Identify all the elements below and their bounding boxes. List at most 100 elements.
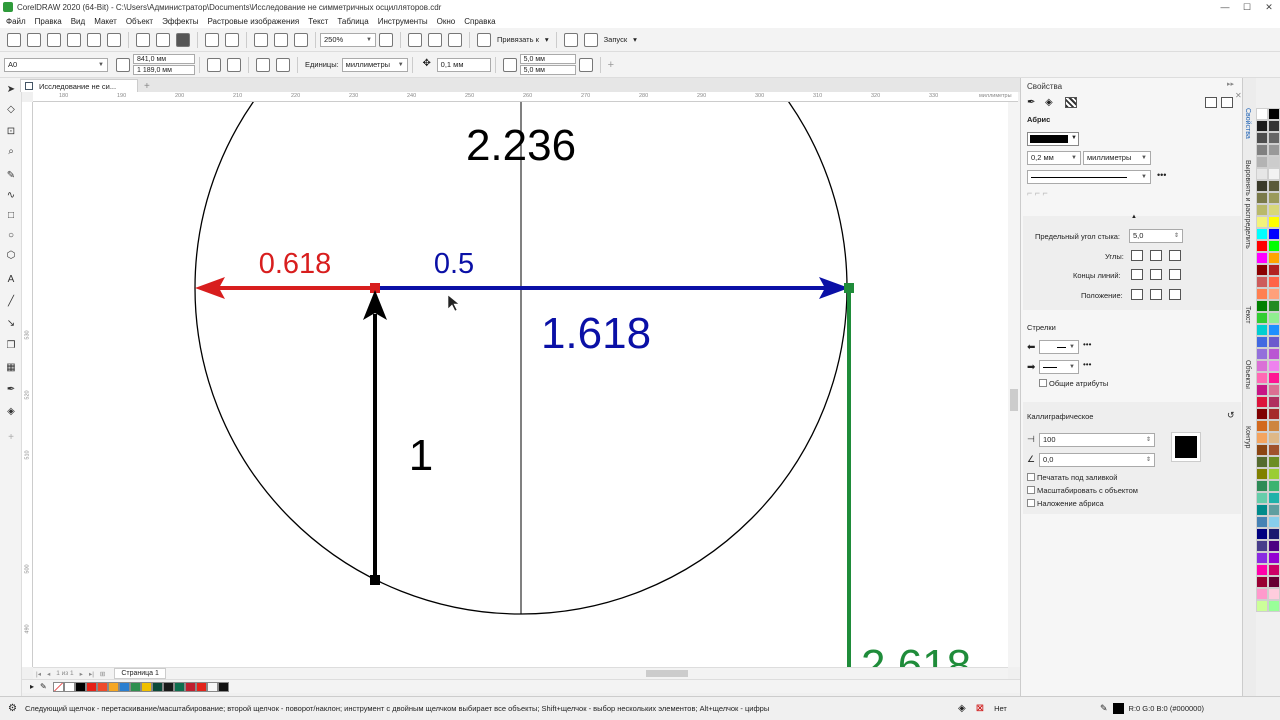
side-tab-align[interactable]: Выровнять и распределить <box>1244 160 1251 249</box>
palette-swatch[interactable] <box>1268 468 1280 480</box>
label-1-618[interactable]: 1.618 <box>541 309 651 358</box>
doc-swatch[interactable] <box>74 681 86 692</box>
doc-swatch[interactable] <box>173 681 185 692</box>
snap-to-dropdown[interactable]: Привязать к <box>497 35 539 44</box>
palette-swatch[interactable] <box>1268 408 1280 420</box>
stretch-field[interactable]: 100 ⇕ <box>1039 433 1155 447</box>
reset-icon[interactable]: ↺ <box>1227 410 1235 421</box>
menu-table[interactable]: Таблица <box>335 17 375 26</box>
import-icon[interactable] <box>254 32 268 47</box>
palette-swatch[interactable] <box>1256 432 1268 444</box>
palette-swatch[interactable] <box>1256 132 1268 144</box>
palette-menu-icon[interactable]: ▸ <box>30 682 34 691</box>
menu-tools[interactable]: Инструменты <box>376 17 435 26</box>
menu-file[interactable]: Файл <box>4 17 33 26</box>
full-screen-icon[interactable] <box>379 32 393 47</box>
black-node[interactable] <box>370 575 380 585</box>
duplicate-y-field[interactable]: 5,0 мм <box>519 65 576 75</box>
cloud-download-icon[interactable] <box>67 32 81 47</box>
new-document-icon[interactable] <box>7 32 21 47</box>
doc-swatch[interactable] <box>63 681 75 692</box>
settings-icon[interactable]: ⚙ <box>8 703 17 714</box>
side-tab-properties[interactable]: Свойства <box>1244 108 1251 139</box>
menu-help[interactable]: Справка <box>462 17 502 26</box>
palette-swatch[interactable] <box>1256 252 1268 264</box>
side-tab-objects[interactable]: Объекты <box>1244 360 1251 389</box>
palette-swatch[interactable] <box>1256 348 1268 360</box>
palette-swatch[interactable] <box>1268 540 1280 552</box>
transparency-tool-icon[interactable]: ▦ <box>5 362 17 374</box>
round-corner-icon[interactable] <box>1150 250 1162 261</box>
palette-swatch[interactable] <box>1256 216 1268 228</box>
palette-swatch[interactable] <box>1256 144 1268 156</box>
line-style-options-icon[interactable]: ⌐ ⌐ ⌐ <box>1027 188 1048 198</box>
palette-swatch[interactable] <box>1256 552 1268 564</box>
palette-swatch[interactable] <box>1256 288 1268 300</box>
polygon-tool-icon[interactable]: ⬡ <box>5 250 17 262</box>
centered-position-icon[interactable] <box>1150 289 1162 300</box>
chevron-down-icon[interactable]: ▼ <box>1071 135 1077 141</box>
palette-swatch[interactable] <box>1268 192 1280 204</box>
scrollbar-thumb[interactable] <box>1010 389 1018 411</box>
add-tool-icon[interactable]: + <box>5 432 17 444</box>
palette-swatch[interactable] <box>1268 240 1280 252</box>
freehand-tool-icon[interactable]: ✎ <box>5 170 17 182</box>
label-1[interactable]: 1 <box>409 431 433 480</box>
minimize-button[interactable]: — <box>1214 0 1236 14</box>
eyedropper-tool-icon[interactable]: ✒ <box>5 384 17 396</box>
palette-swatch[interactable] <box>1256 156 1268 168</box>
doc-swatch[interactable] <box>107 681 119 692</box>
palette-swatch[interactable] <box>1256 588 1268 600</box>
nib-shape-preview[interactable] <box>1171 432 1201 462</box>
label-2-236[interactable]: 2.236 <box>466 121 576 170</box>
current-page-icon[interactable] <box>276 57 290 72</box>
document-tab[interactable]: Исследование не си... <box>20 79 138 92</box>
palette-swatch[interactable] <box>1256 300 1268 312</box>
palette-swatch[interactable] <box>1256 204 1268 216</box>
menu-effects[interactable]: Эффекты <box>160 17 205 26</box>
launch-icon[interactable] <box>583 32 598 47</box>
doc-swatch[interactable] <box>129 681 141 692</box>
eyedropper-icon[interactable]: ✎ <box>40 682 47 691</box>
home-icon[interactable] <box>25 82 33 90</box>
docker-expand-icon[interactable]: ▸▸ <box>1227 80 1234 88</box>
palette-swatch[interactable] <box>1268 168 1280 180</box>
horizontal-ruler[interactable]: 180 190 200 210 220 230 240 250 260 270 … <box>33 92 1018 102</box>
palette-swatch[interactable] <box>1268 108 1280 120</box>
doc-swatch[interactable] <box>206 681 218 692</box>
outline-width-select[interactable]: 0,2 мм ▼ <box>1027 151 1081 165</box>
docker-options-icon[interactable] <box>1221 97 1233 108</box>
palette-swatch[interactable] <box>1256 192 1268 204</box>
palette-swatch[interactable] <box>1268 564 1280 576</box>
print-icon[interactable] <box>107 32 121 47</box>
launch-dropdown[interactable]: Запуск <box>604 35 627 44</box>
zoom-level-select[interactable]: 250% ▼ <box>320 32 376 47</box>
palette-swatch[interactable] <box>1256 360 1268 372</box>
butt-cap-icon[interactable] <box>1131 269 1143 280</box>
line-style-select[interactable]: ▼ <box>1027 170 1151 184</box>
outline-indicator[interactable]: ✎ R:0 G:0 B:0 (#000000) <box>1100 703 1204 714</box>
outline-pen-tab-icon[interactable]: ✒ <box>1027 97 1039 108</box>
palette-swatch[interactable] <box>1256 444 1268 456</box>
close-button[interactable]: ✕ <box>1258 0 1280 14</box>
prev-page-icon[interactable]: ◂ <box>47 670 50 678</box>
palette-swatch[interactable] <box>1256 372 1268 384</box>
maximize-button[interactable]: ☐ <box>1236 0 1258 14</box>
add-icon[interactable]: + <box>608 59 614 71</box>
palette-swatch[interactable] <box>1268 252 1280 264</box>
rectangle-tool-icon[interactable]: □ <box>5 210 17 222</box>
doc-swatch[interactable] <box>195 681 207 692</box>
no-color-swatch[interactable] <box>52 681 64 692</box>
shared-attributes-checkbox[interactable] <box>1039 379 1047 387</box>
palette-swatch[interactable] <box>1268 576 1280 588</box>
frame-icon[interactable] <box>1205 97 1217 108</box>
treat-as-filled-icon[interactable] <box>578 57 593 72</box>
doc-swatch[interactable] <box>85 681 97 692</box>
dimension-tool-icon[interactable]: ╱ <box>5 296 17 308</box>
palette-swatch[interactable] <box>1268 120 1280 132</box>
cut-icon[interactable] <box>136 32 150 47</box>
menu-layout[interactable]: Макет <box>92 17 124 26</box>
menu-bitmaps[interactable]: Растровые изображения <box>205 17 306 26</box>
menu-text[interactable]: Текст <box>306 17 335 26</box>
palette-swatch[interactable] <box>1268 132 1280 144</box>
